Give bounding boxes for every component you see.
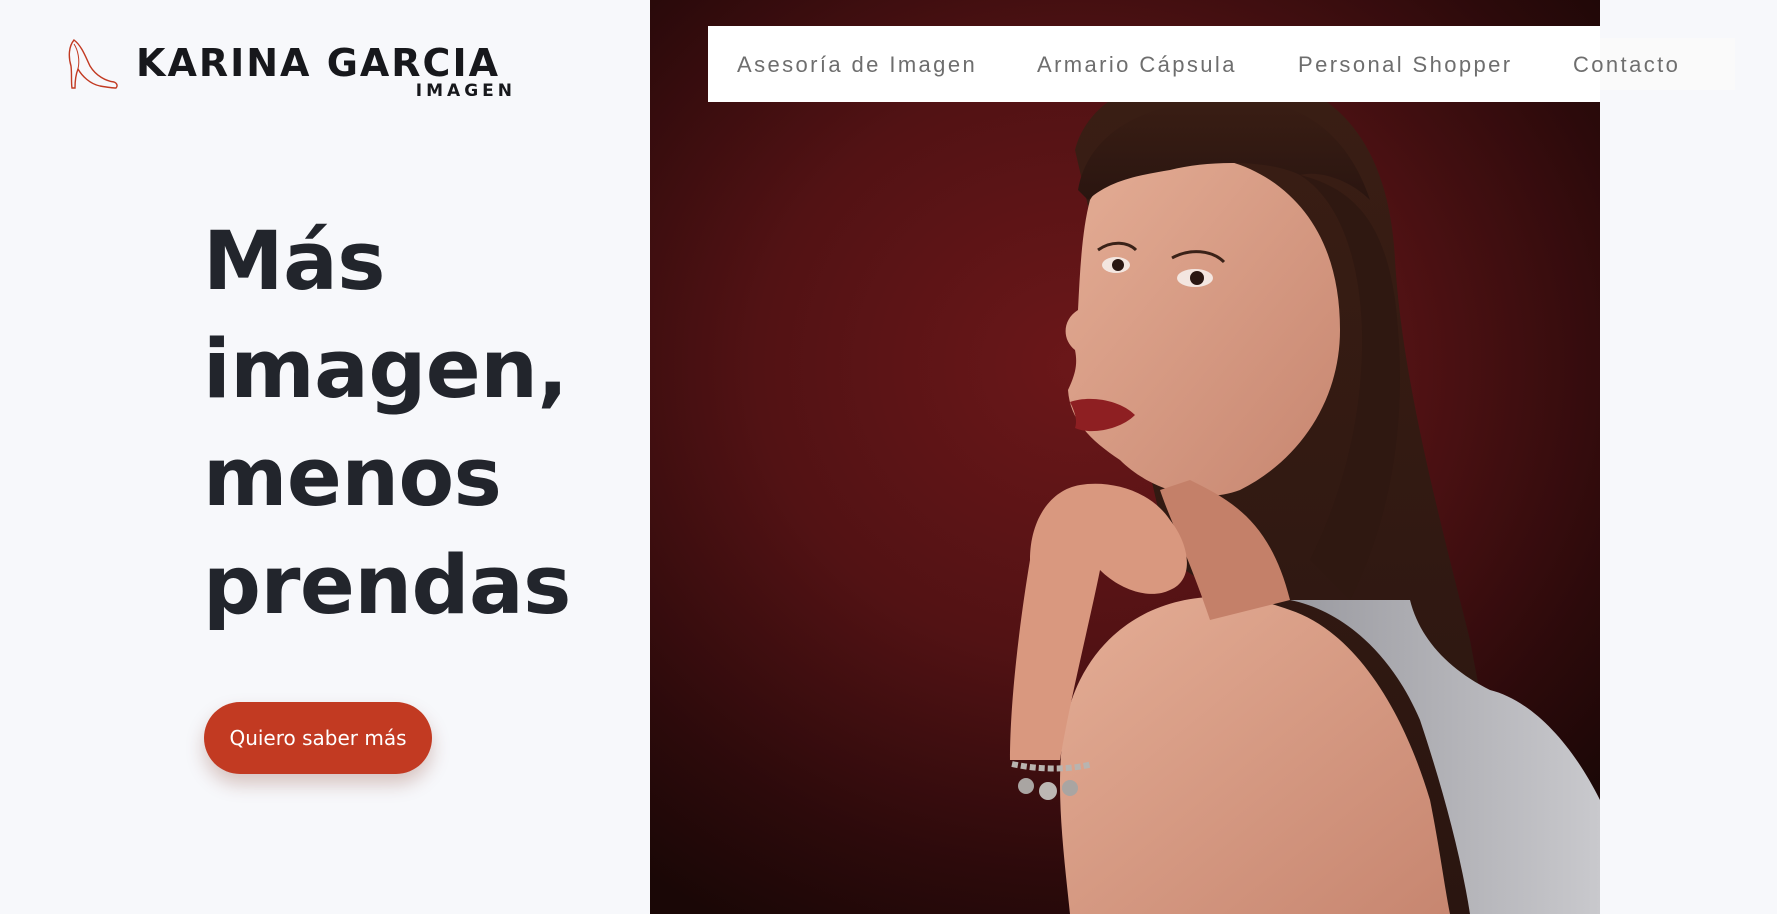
portrait-illustration <box>650 0 1600 914</box>
nav-item-contacto[interactable]: Contacto <box>1573 52 1680 78</box>
brand-logo[interactable]: KARINA GARCIA IMAGEN <box>66 36 516 98</box>
headline-line-1: Más <box>203 208 643 316</box>
nav-item-asesoria[interactable]: Asesoría de Imagen <box>737 52 977 78</box>
page: KARINA GARCIA IMAGEN Más imagen, menos p… <box>0 0 1777 914</box>
headline-line-4: prendas <box>203 532 643 640</box>
brand-name: KARINA GARCIA <box>136 41 500 85</box>
nav-item-armario[interactable]: Armario Cápsula <box>1037 52 1237 78</box>
high-heel-shoe-icon <box>66 36 118 92</box>
headline-line-3: menos <box>203 424 643 532</box>
cta-button[interactable]: Quiero saber más <box>204 702 432 774</box>
nav-item-personal-shopper[interactable]: Personal Shopper <box>1298 52 1513 78</box>
headline-line-2: imagen, <box>203 316 643 424</box>
hero-portrait-photo <box>650 0 1600 914</box>
hero-headline: Más imagen, menos prendas <box>203 208 643 640</box>
brand-subtitle: IMAGEN <box>416 81 516 101</box>
